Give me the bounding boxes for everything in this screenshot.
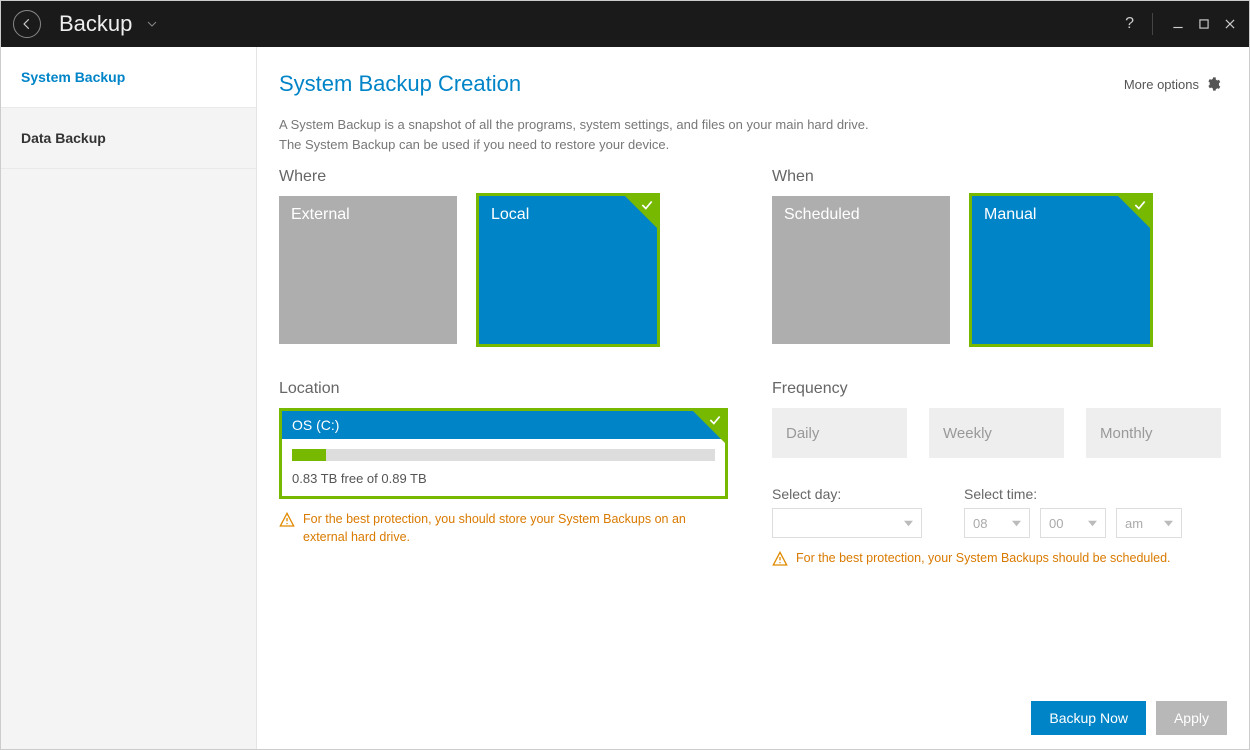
- main-content: System Backup Creation More options A Sy…: [257, 47, 1249, 749]
- titlebar: Backup ?: [1, 1, 1249, 47]
- frequency-option-daily[interactable]: Daily: [772, 408, 907, 458]
- location-drive-name: OS (C:): [282, 411, 725, 439]
- where-option-external-label: External: [291, 206, 350, 223]
- check-icon: [640, 198, 654, 217]
- frequency-option-monthly[interactable]: Monthly: [1086, 408, 1221, 458]
- select-day-group: Select day:: [772, 486, 942, 538]
- select-hour-value: 08: [973, 516, 987, 531]
- select-hour-dropdown[interactable]: 08: [964, 508, 1030, 538]
- frequency-warning-text: For the best protection, your System Bac…: [796, 550, 1171, 568]
- check-icon: [1133, 198, 1147, 217]
- more-options-label: More options: [1124, 77, 1199, 92]
- gear-icon: [1205, 76, 1221, 92]
- sidebar: System Backup Data Backup: [1, 47, 257, 749]
- triangle-down-icon: [1164, 519, 1173, 528]
- maximize-icon: [1197, 17, 1211, 31]
- frequency-warning: For the best protection, your System Bac…: [772, 550, 1221, 568]
- where-option-external[interactable]: External: [279, 196, 457, 344]
- minimize-button[interactable]: [1171, 17, 1185, 31]
- when-option-manual[interactable]: Manual: [972, 196, 1150, 344]
- apply-button[interactable]: Apply: [1156, 701, 1227, 735]
- frequency-label: Frequency: [772, 380, 1221, 398]
- location-free-text: 0.83 TB free of 0.89 TB: [282, 471, 725, 486]
- location-label: Location: [279, 380, 728, 398]
- check-icon: [708, 413, 722, 432]
- select-time-group: Select time: 08 00 am: [964, 486, 1221, 538]
- warning-icon: [772, 551, 788, 567]
- location-card[interactable]: OS (C:) 0.83 TB free of 0.89 TB: [279, 408, 728, 499]
- backup-now-button[interactable]: Backup Now: [1031, 701, 1146, 735]
- maximize-button[interactable]: [1197, 17, 1211, 31]
- more-options-button[interactable]: More options: [1124, 76, 1221, 92]
- location-warning-text: For the best protection, you should stor…: [303, 511, 728, 546]
- warning-icon: [279, 512, 295, 528]
- back-button[interactable]: [13, 10, 41, 38]
- select-day-label: Select day:: [772, 486, 942, 502]
- left-column: Where External Local Location OS (C:): [279, 168, 728, 691]
- chevron-down-icon: [146, 18, 158, 30]
- location-usage-bar: [292, 449, 715, 461]
- help-button[interactable]: ?: [1125, 16, 1134, 32]
- description-line-1: A System Backup is a snapshot of all the…: [279, 115, 1221, 135]
- app-title: Backup: [59, 11, 132, 37]
- arrow-left-icon: [20, 17, 34, 31]
- triangle-down-icon: [1012, 519, 1021, 528]
- select-ampm-value: am: [1125, 516, 1143, 531]
- right-column: When Scheduled Manual Frequency Daily We…: [772, 168, 1221, 691]
- select-minute-value: 00: [1049, 516, 1063, 531]
- sidebar-item-system-backup[interactable]: System Backup: [1, 47, 256, 108]
- frequency-option-weekly[interactable]: Weekly: [929, 408, 1064, 458]
- when-option-manual-label: Manual: [984, 206, 1036, 223]
- location-warning: For the best protection, you should stor…: [279, 511, 728, 546]
- description: A System Backup is a snapshot of all the…: [279, 115, 1221, 154]
- location-usage-fill: [292, 449, 326, 461]
- description-line-2: The System Backup can be used if you nee…: [279, 135, 1221, 155]
- close-button[interactable]: [1223, 17, 1237, 31]
- footer: Backup Now Apply: [279, 691, 1227, 735]
- triangle-down-icon: [1088, 519, 1097, 528]
- triangle-down-icon: [904, 519, 913, 528]
- minimize-icon: [1171, 17, 1185, 31]
- separator: [1152, 13, 1153, 35]
- select-day-dropdown[interactable]: [772, 508, 922, 538]
- window-controls: ?: [1125, 13, 1237, 35]
- sidebar-item-data-backup[interactable]: Data Backup: [1, 108, 256, 169]
- title-dropdown[interactable]: [146, 18, 158, 30]
- when-option-scheduled-label: Scheduled: [784, 206, 860, 223]
- where-option-local-label: Local: [491, 206, 529, 223]
- select-time-label: Select time:: [964, 486, 1221, 502]
- when-label: When: [772, 168, 1221, 186]
- select-ampm-dropdown[interactable]: am: [1116, 508, 1182, 538]
- where-option-local[interactable]: Local: [479, 196, 657, 344]
- when-option-scheduled[interactable]: Scheduled: [772, 196, 950, 344]
- page-title: System Backup Creation: [279, 71, 521, 97]
- where-label: Where: [279, 168, 728, 186]
- select-minute-dropdown[interactable]: 00: [1040, 508, 1106, 538]
- close-icon: [1223, 17, 1237, 31]
